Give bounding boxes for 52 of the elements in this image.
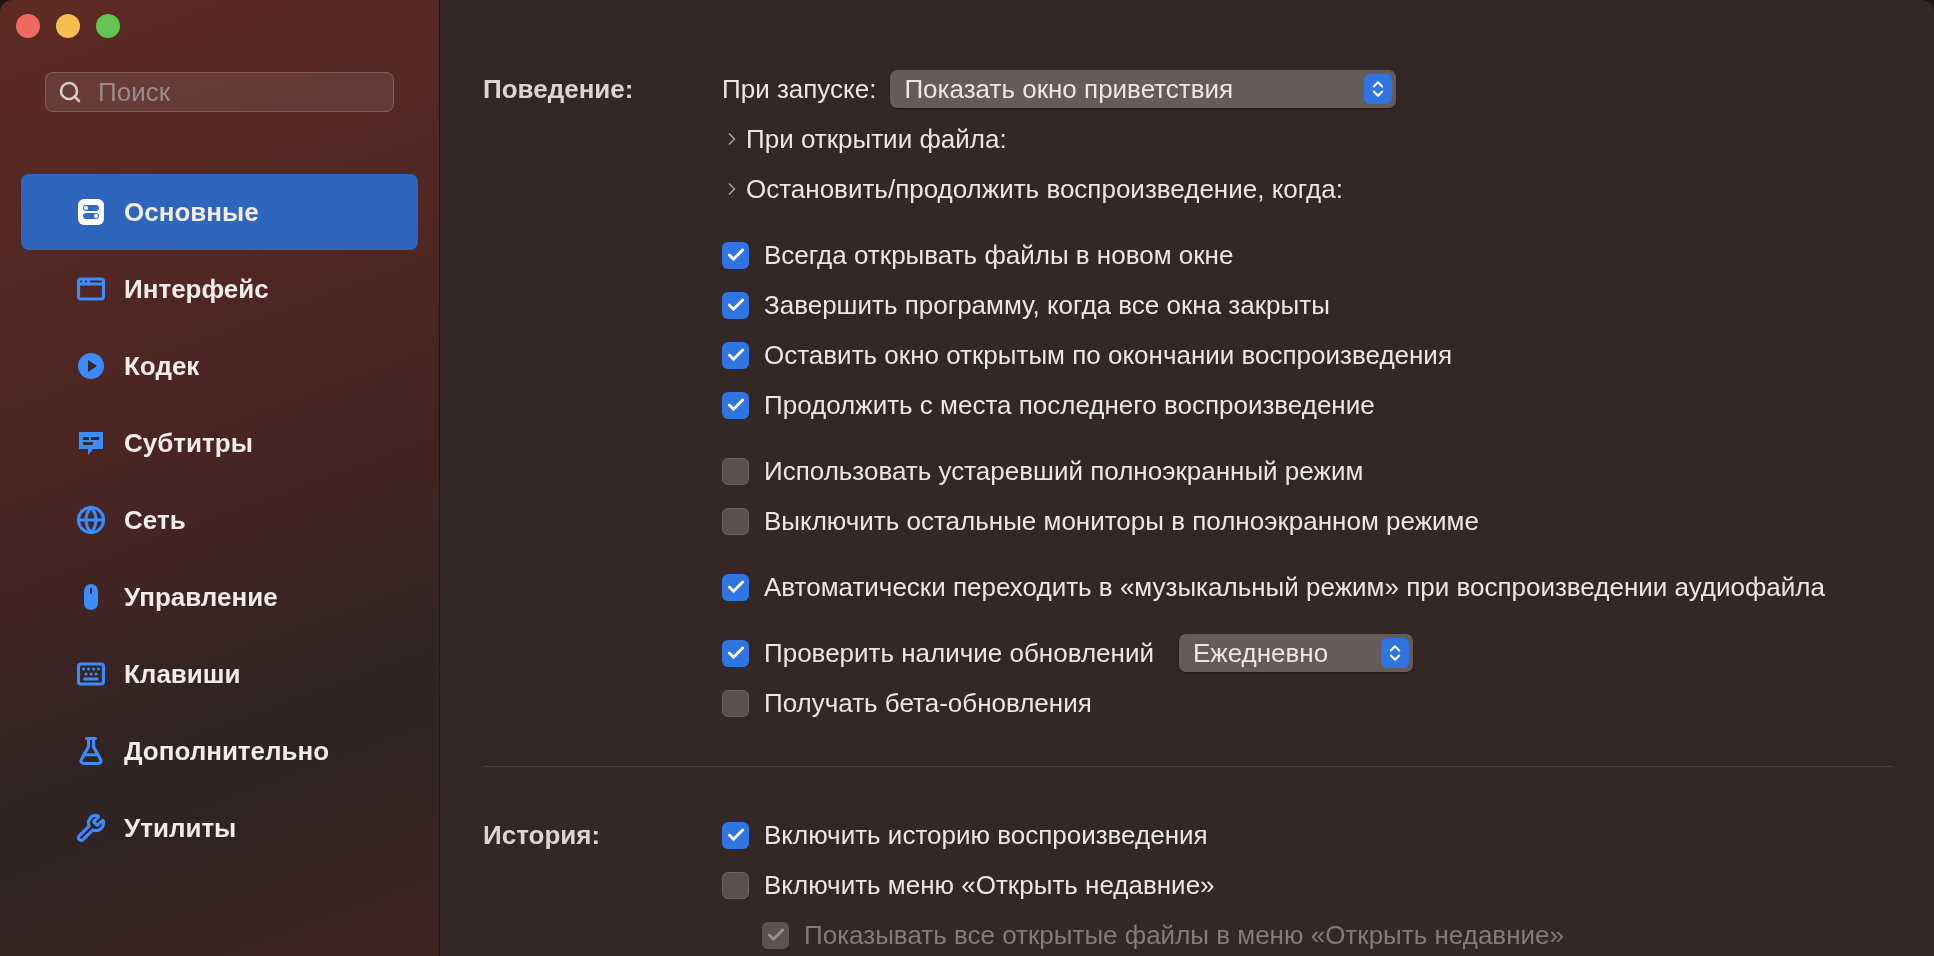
disclosure-toggle[interactable]: При открытии файла: [722, 123, 1007, 155]
disclosure-toggle[interactable]: Остановить/продолжить воспроизведение, когда: [722, 173, 1343, 205]
checkbox[interactable] [722, 639, 749, 667]
checkbox[interactable] [722, 341, 749, 369]
sidebar-item[interactable]: Интерфейс [21, 251, 418, 327]
checkbox[interactable] [722, 391, 749, 419]
checkbox[interactable] [722, 291, 749, 319]
checkbox-label: Использовать устаревший полноэкранный режим [764, 455, 1364, 487]
checkbox-label: Автоматически переходить в «музыкальный режим» при воспроизведении аудиофайла [764, 571, 1825, 603]
wrench-icon [76, 813, 106, 843]
checkbox[interactable] [722, 241, 749, 269]
sidebar-item[interactable]: Основные [21, 174, 418, 250]
popup-button[interactable]: Показать окно приветствия [890, 70, 1397, 108]
checkbox-label: Всегда открывать файлы в новом окне [764, 239, 1234, 271]
toggles-icon [76, 197, 106, 227]
zoom-button[interactable] [96, 14, 120, 38]
checkbox-label: Проверить наличие обновлений [764, 637, 1154, 669]
checkbox-label: Получать бета-обновления [764, 687, 1092, 719]
checkbox[interactable] [722, 871, 749, 899]
checkbox[interactable] [722, 507, 749, 535]
sidebar-item[interactable]: Субтитры [21, 405, 418, 481]
sidebar-item[interactable]: Кодек [21, 328, 418, 404]
minimize-button[interactable] [56, 14, 80, 38]
checkbox-label: Оставить окно открытым по окончании воспроизведения [764, 339, 1452, 371]
checkbox[interactable] [722, 821, 749, 849]
checkbox[interactable] [722, 573, 749, 601]
sidebar-item[interactable]: Сеть [21, 482, 418, 558]
checkbox-label: Показывать все открытые файлы в меню «Открыть недавние» [804, 919, 1564, 951]
close-button[interactable] [16, 14, 40, 38]
sidebar-item[interactable]: Дополнительно [21, 713, 418, 789]
checkbox-label: Включить историю воспроизведения [764, 819, 1208, 851]
sidebar-item[interactable]: Утилиты [21, 790, 418, 866]
checkbox-label: Завершить программу, когда все окна закрыты [764, 289, 1330, 321]
keyboard-icon [76, 659, 106, 689]
popup-button[interactable]: Ежедневно [1178, 634, 1413, 672]
globe-icon [76, 505, 106, 535]
flask-icon [76, 736, 106, 766]
checkbox-label: Выключить остальные мониторы в полноэкранном режиме [764, 505, 1479, 537]
checkbox-label: Продолжить с места последнего воспроизведение [764, 389, 1375, 421]
checkbox[interactable] [722, 457, 749, 485]
sidebar-item[interactable]: Клавиши [21, 636, 418, 712]
play-icon [76, 351, 106, 381]
stepper-icon [1380, 638, 1409, 668]
stepper-icon [1364, 74, 1393, 104]
checkbox-label: Включить меню «Открыть недавние» [764, 869, 1215, 901]
section-label: Поведение: [483, 72, 634, 106]
section-label: История: [483, 818, 601, 852]
checkbox[interactable] [722, 689, 749, 717]
option-label: При запуске: [722, 73, 877, 105]
sidebar-item[interactable]: Управление [21, 559, 418, 635]
search-icon [58, 80, 82, 104]
window-icon [76, 274, 106, 304]
